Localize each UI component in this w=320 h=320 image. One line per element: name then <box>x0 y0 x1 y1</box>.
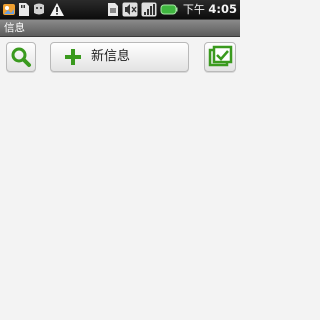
status-bar: 下午 4:05 <box>0 0 240 20</box>
page-title: 信息 <box>4 22 25 34</box>
plus-icon <box>65 49 81 65</box>
usb-debug-icon <box>34 3 44 15</box>
signal-icon <box>141 2 157 17</box>
mute-icon <box>122 2 138 17</box>
message-list <box>0 77 240 320</box>
search-icon <box>11 47 31 67</box>
new-message-button[interactable]: 新信息 <box>50 42 189 72</box>
clock-time: 4:05 <box>208 2 237 16</box>
sim-card-icon <box>108 3 118 16</box>
new-message-label: 新信息 <box>91 49 131 64</box>
sd-card-icon <box>19 3 29 16</box>
compose-icon <box>208 45 233 67</box>
battery-icon <box>160 4 178 15</box>
clock-period: 下午 <box>182 3 205 16</box>
warning-icon <box>50 3 64 16</box>
clock: 下午 4:05 <box>183 1 237 18</box>
search-button[interactable] <box>6 42 36 72</box>
title-bar: 信息 <box>0 20 240 37</box>
picture-icon <box>3 4 15 15</box>
compose-button[interactable] <box>204 42 236 72</box>
toolbar: 新信息 <box>0 37 240 77</box>
